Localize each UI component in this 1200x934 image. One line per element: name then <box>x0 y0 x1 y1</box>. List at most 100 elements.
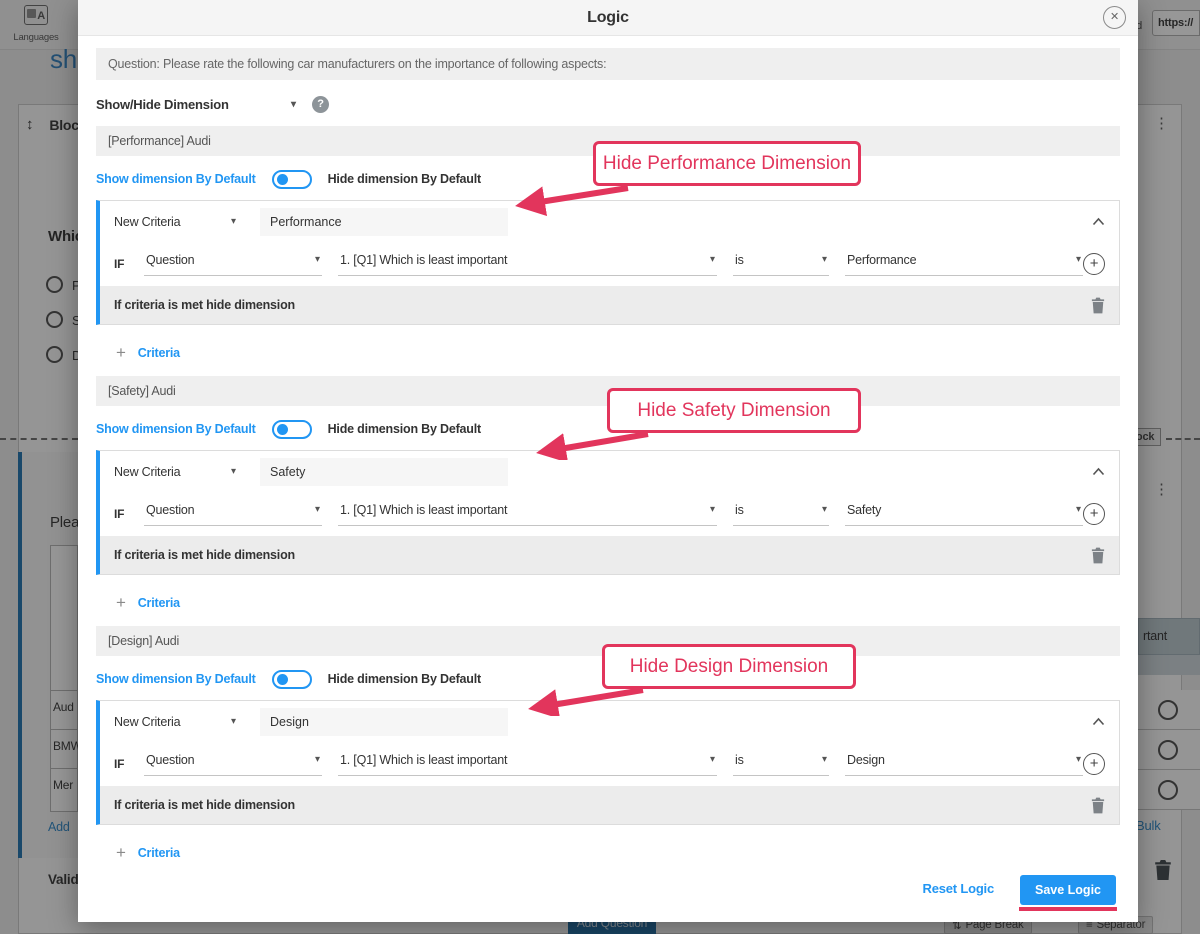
criteria-card: New Criteria ▾ IF Question ▾ 1. [Q1] Whi… <box>96 200 1120 325</box>
condition-value-select[interactable]: Design ▾ <box>845 753 1083 776</box>
condition-value: Design <box>847 753 885 767</box>
chevron-down-icon: ▾ <box>291 99 296 110</box>
save-logic-button[interactable]: Save Logic <box>1020 875 1116 905</box>
modal-title: Logic <box>587 9 629 26</box>
criteria-type-select[interactable]: New Criteria ▾ <box>114 465 236 479</box>
reset-logic-link[interactable]: Reset Logic <box>923 881 994 896</box>
criteria-action-row: If criteria is met hide dimension <box>100 536 1119 574</box>
chevron-up-icon[interactable] <box>1092 717 1105 726</box>
criteria-type-value: New Criteria <box>114 715 180 729</box>
criteria-type-value: New Criteria <box>114 215 180 229</box>
default-visibility-toggle[interactable] <box>272 420 312 439</box>
logic-type-row: Show/Hide Dimension ▾ ? <box>96 96 1120 113</box>
criteria-action-text: If criteria is met hide dimension <box>114 798 295 812</box>
criteria-type-value: New Criteria <box>114 465 180 479</box>
condition-operator-select[interactable]: is ▾ <box>733 253 829 276</box>
annotation-arrow <box>505 180 640 216</box>
chevron-down-icon: ▾ <box>315 754 320 765</box>
chevron-down-icon: ▾ <box>1076 754 1081 765</box>
chevron-down-icon: ▾ <box>1076 504 1081 515</box>
trash-icon[interactable] <box>1091 797 1105 814</box>
show-by-default-label: Show dimension By Default <box>96 672 256 686</box>
condition-subject-select[interactable]: Question ▾ <box>144 753 322 776</box>
chevron-up-icon[interactable] <box>1092 217 1105 226</box>
condition-subject-value: Question <box>146 253 194 267</box>
criteria-name-input[interactable] <box>260 208 508 236</box>
plus-icon: + <box>116 343 126 363</box>
modal-header: Logic ✕ <box>78 0 1138 36</box>
condition-operator-value: is <box>735 503 744 517</box>
hide-by-default-label: Hide dimension By Default <box>328 422 481 436</box>
condition-value-select[interactable]: Performance ▾ <box>845 253 1083 276</box>
show-by-default-label: Show dimension By Default <box>96 422 256 436</box>
criteria-card: New Criteria ▾ IF Question ▾ 1. [Q1] Whi… <box>96 700 1120 825</box>
chevron-down-icon: ▾ <box>231 716 236 727</box>
toggle-knob <box>277 424 288 435</box>
criteria-name-input[interactable] <box>260 458 508 486</box>
condition-operator-select[interactable]: is ▾ <box>733 503 829 526</box>
add-criteria-row: + Criteria <box>116 843 1120 863</box>
default-visibility-toggle[interactable] <box>272 170 312 189</box>
condition-question-select[interactable]: 1. [Q1] Which is least important ▾ <box>338 503 717 526</box>
condition-subject-select[interactable]: Question ▾ <box>144 253 322 276</box>
condition-row: IF Question ▾ 1. [Q1] Which is least imp… <box>100 242 1119 286</box>
annotation-arrow <box>528 426 658 460</box>
criteria-type-select[interactable]: New Criteria ▾ <box>114 215 236 229</box>
criteria-action-row: If criteria is met hide dimension <box>100 286 1119 324</box>
default-visibility-toggle[interactable] <box>272 670 312 689</box>
criteria-action-text: If criteria is met hide dimension <box>114 548 295 562</box>
condition-operator-value: is <box>735 253 744 267</box>
chevron-down-icon: ▾ <box>231 216 236 227</box>
criteria-name-input[interactable] <box>260 708 508 736</box>
logic-modal: Logic ✕ Question: Please rate the follow… <box>78 0 1138 922</box>
help-icon[interactable]: ? <box>312 96 329 113</box>
criteria-action-row: If criteria is met hide dimension <box>100 786 1119 824</box>
if-label: IF <box>114 507 144 521</box>
trash-icon[interactable] <box>1091 547 1105 564</box>
chevron-down-icon: ▾ <box>315 504 320 515</box>
show-by-default-label: Show dimension By Default <box>96 172 256 186</box>
condition-row: IF Question ▾ 1. [Q1] Which is least imp… <box>100 742 1119 786</box>
condition-operator-select[interactable]: is ▾ <box>733 753 829 776</box>
close-icon[interactable]: ✕ <box>1103 6 1126 29</box>
condition-operator-value: is <box>735 753 744 767</box>
condition-subject-select[interactable]: Question ▾ <box>144 503 322 526</box>
plus-icon: + <box>116 843 126 863</box>
add-criteria-row: + Criteria <box>116 343 1120 363</box>
condition-question-value: 1. [Q1] Which is least important <box>340 253 507 267</box>
add-criteria-link[interactable]: Criteria <box>138 596 180 610</box>
logic-type-value: Show/Hide Dimension <box>96 97 229 112</box>
toggle-knob <box>277 174 288 185</box>
chevron-up-icon[interactable] <box>1092 467 1105 476</box>
if-label: IF <box>114 757 144 771</box>
condition-question-select[interactable]: 1. [Q1] Which is least important ▾ <box>338 253 717 276</box>
condition-subject-value: Question <box>146 503 194 517</box>
criteria-card: New Criteria ▾ IF Question ▾ 1. [Q1] Whi… <box>96 450 1120 575</box>
chevron-down-icon: ▾ <box>1076 254 1081 265</box>
chevron-down-icon: ▾ <box>231 466 236 477</box>
hide-by-default-label: Hide dimension By Default <box>328 672 481 686</box>
condition-question-select[interactable]: 1. [Q1] Which is least important ▾ <box>338 753 717 776</box>
add-condition-icon[interactable]: + <box>1083 503 1105 525</box>
add-condition-icon[interactable]: + <box>1083 253 1105 275</box>
trash-icon[interactable] <box>1091 297 1105 314</box>
condition-question-value: 1. [Q1] Which is least important <box>340 503 507 517</box>
add-condition-icon[interactable]: + <box>1083 753 1105 775</box>
chevron-down-icon: ▾ <box>710 504 715 515</box>
add-criteria-link[interactable]: Criteria <box>138 346 180 360</box>
criteria-action-text: If criteria is met hide dimension <box>114 298 295 312</box>
chevron-down-icon: ▾ <box>710 754 715 765</box>
add-criteria-row: + Criteria <box>116 593 1120 613</box>
logic-type-select[interactable]: Show/Hide Dimension ▾ <box>96 97 296 112</box>
modal-footer: Reset Logic Save Logic <box>96 875 1120 911</box>
annotation-underline <box>1019 907 1117 911</box>
plus-icon: + <box>116 593 126 613</box>
chevron-down-icon: ▾ <box>822 754 827 765</box>
condition-row: IF Question ▾ 1. [Q1] Which is least imp… <box>100 492 1119 536</box>
chevron-down-icon: ▾ <box>822 254 827 265</box>
add-criteria-link[interactable]: Criteria <box>138 846 180 860</box>
condition-value: Performance <box>847 253 916 267</box>
chevron-down-icon: ▾ <box>710 254 715 265</box>
criteria-type-select[interactable]: New Criteria ▾ <box>114 715 236 729</box>
condition-value-select[interactable]: Safety ▾ <box>845 503 1083 526</box>
